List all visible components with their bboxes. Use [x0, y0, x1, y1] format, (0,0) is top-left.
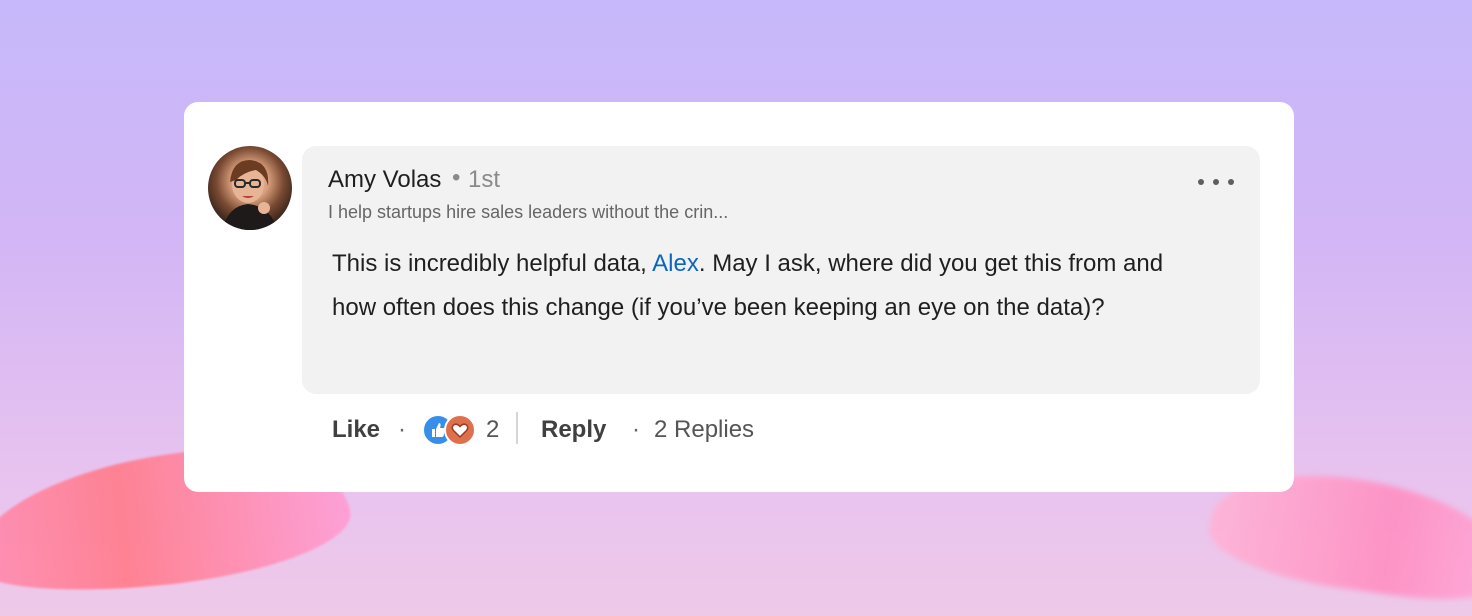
- action-divider: [516, 412, 518, 444]
- action-separator: ·: [398, 416, 406, 443]
- bullet-separator: •: [452, 164, 461, 191]
- like-button[interactable]: Like: [332, 416, 380, 444]
- comment-card: Amy Volas • 1st I help startups hire sal…: [184, 102, 1294, 492]
- more-options-icon[interactable]: [1198, 170, 1234, 194]
- author-name[interactable]: Amy Volas: [328, 166, 441, 194]
- heart-icon: [444, 414, 476, 446]
- reaction-count[interactable]: 2: [486, 416, 499, 444]
- reply-button[interactable]: Reply: [541, 416, 606, 444]
- avatar[interactable]: [208, 146, 292, 230]
- reactions-summary[interactable]: [422, 414, 478, 446]
- author-headline: I help startups hire sales leaders witho…: [328, 202, 729, 222]
- more-dot: [1213, 179, 1219, 185]
- replies-link[interactable]: 2 Replies: [654, 416, 754, 444]
- more-dot: [1228, 179, 1234, 185]
- comment-actions: Like · 2 Reply · 2 Replies: [332, 408, 1032, 452]
- avatar-portrait-icon: [222, 160, 278, 230]
- comment-text-prefix: This is incredibly helpful data,: [332, 250, 653, 277]
- connection-degree: 1st: [468, 166, 501, 193]
- more-dot: [1198, 179, 1204, 185]
- mention-link[interactable]: Alex: [652, 250, 699, 277]
- comment-bubble: Amy Volas • 1st I help startups hire sal…: [302, 146, 1260, 394]
- action-separator: ·: [632, 416, 640, 443]
- comment-text: This is incredibly helpful data, Alex. M…: [332, 242, 1192, 330]
